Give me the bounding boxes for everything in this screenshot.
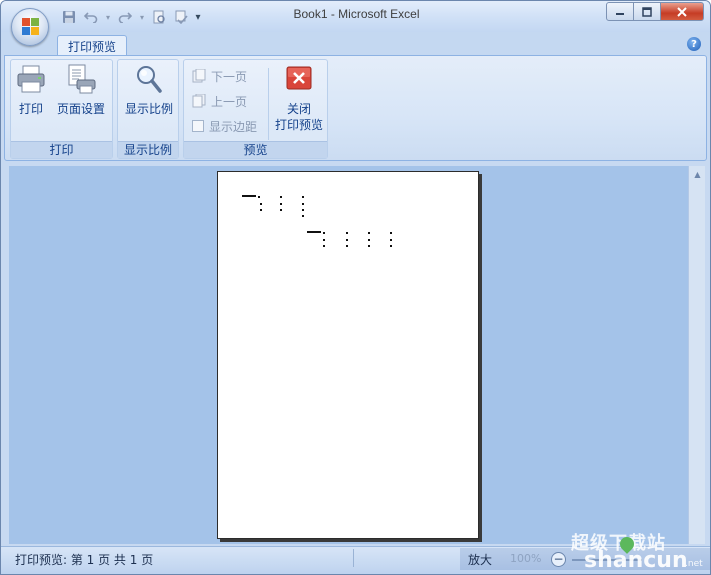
page-setup-button-label: 页面设置 (56, 102, 105, 116)
zoom-group: 显示比例 显示比例 (117, 59, 179, 159)
maximize-button[interactable] (633, 2, 661, 21)
print-group-label: 打印 (11, 141, 112, 158)
next-page-button[interactable]: 下一页 (192, 66, 247, 86)
tab-print-preview[interactable]: 打印预览 (57, 35, 127, 57)
preview-group: 下一页 上一页 显示边距 关闭 打印预览 预览 (183, 59, 328, 159)
close-window-button[interactable] (660, 2, 704, 21)
close-preview-label-line1: 关闭 (286, 102, 311, 116)
status-page-info: 打印预览: 第 1 页 共 1 页 (15, 553, 154, 567)
page-content-block-1 (242, 194, 312, 220)
preview-group-label: 预览 (184, 141, 327, 158)
page-content-marks-1 (242, 195, 304, 217)
minimize-button[interactable] (606, 2, 634, 21)
zoom-out-icon[interactable]: − (551, 552, 566, 567)
zoom-in-button[interactable]: 放大 (468, 551, 492, 568)
zoom-button-label: 显示比例 (124, 102, 173, 116)
magnifier-icon (133, 63, 165, 95)
preview-group-separator (268, 68, 269, 140)
vertical-scrollbar[interactable]: ▲ (688, 166, 705, 544)
previous-page-button[interactable]: 上一页 (192, 91, 247, 111)
show-margins-checkbox[interactable]: 显示边距 (192, 116, 257, 136)
help-icon[interactable]: ? (687, 37, 701, 51)
scroll-up-icon[interactable]: ▲ (689, 166, 706, 183)
printer-icon (15, 63, 47, 95)
zoom-level[interactable]: 100% (510, 552, 541, 565)
title-bar: ▾ ▾ ▾ Book1 - Microsoft Excel (1, 1, 710, 32)
office-button[interactable] (11, 8, 49, 46)
print-button[interactable]: 打印 (15, 63, 47, 117)
ribbon-tab-strip: 打印预览 ? (1, 32, 710, 57)
close-preview-label-line2: 打印预览 (274, 118, 323, 132)
preview-page (217, 171, 479, 539)
page-content-marks-2 (307, 231, 392, 247)
print-button-label: 打印 (18, 102, 43, 116)
previous-page-icon (192, 93, 206, 108)
close-print-preview-button[interactable]: 关闭 打印预览 (272, 63, 326, 133)
watermark-en: shancun (584, 548, 688, 573)
zoom-button[interactable]: 显示比例 (122, 63, 176, 117)
page-content-block-2 (307, 230, 397, 250)
page-setup-icon (65, 63, 97, 95)
page-setup-button[interactable]: 页面设置 (55, 63, 107, 117)
zoom-group-label: 显示比例 (118, 141, 178, 158)
window-controls (606, 2, 704, 21)
print-group: 打印 页面设置 打印 (10, 59, 113, 159)
next-page-label: 下一页 (211, 69, 248, 84)
next-page-icon (192, 68, 206, 83)
previous-page-label: 上一页 (211, 94, 248, 109)
show-margins-label: 显示边距 (209, 119, 258, 134)
ribbon: 打印 页面设置 打印 显示比例 显示比例 下一页 上一页 显示边距 关闭 打印预… (4, 55, 707, 161)
office-logo-icon (22, 18, 40, 36)
status-separator (353, 549, 354, 567)
excel-window: ▾ ▾ ▾ Book1 - Microsoft Excel 打印预览 ? 打印 … (0, 0, 711, 575)
show-margins-check-box[interactable] (192, 120, 204, 132)
watermark-net: .net (685, 559, 703, 569)
close-preview-icon (283, 63, 315, 95)
window-title: Book1 - Microsoft Excel (293, 7, 420, 21)
